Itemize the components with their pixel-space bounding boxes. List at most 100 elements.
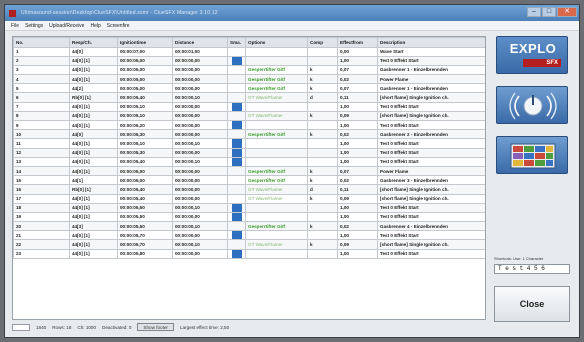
table-row[interactable]: 16 Rb[0] [1] 00:00:05,40 00:00:00,00 GT Wave… <box>13 184 485 195</box>
cell-desc: Power Flame <box>377 165 485 177</box>
cell-eff: 1,00 <box>337 119 378 131</box>
table-row[interactable]: 20 44[3] 00:00:05,50 00:00:00,10 Gesperrtift… <box>13 221 485 232</box>
table-row[interactable]: 4 44[0] [1] 00:00:05,00 00:00:00,00 Gesperrt… <box>13 74 485 85</box>
cell-ign: 00:00:05,10 <box>117 101 173 112</box>
table-row[interactable]: 22 44[0] [1] 00:00:05,70 00:00:00,10 GT Wave… <box>13 239 485 250</box>
close-button[interactable]: Close <box>494 286 570 322</box>
cell-eff: 0,02 <box>337 74 378 85</box>
close-window-button[interactable]: ✕ <box>557 7 577 17</box>
menu-settings[interactable]: Settings <box>25 23 43 29</box>
table-row[interactable]: 9 44[0] [1] 00:00:05,20 00:00:00,00 1,00 Test… <box>13 119 485 131</box>
maximize-button[interactable]: □ <box>542 7 556 17</box>
cell-no: 23 <box>13 248 70 259</box>
cell-dist: 00:00:00,00 <box>172 147 228 158</box>
column-header[interactable]: Sma. <box>227 37 246 48</box>
cell-ch: 44[2] <box>69 83 118 94</box>
visual-marker <box>231 139 242 148</box>
cue-table[interactable]: No. Resp/Ch. Ignitiontime Distance Sma. Optio… <box>12 36 486 320</box>
table-row[interactable]: 6 Rb[0] [1] 00:00:05,40 00:00:00,10 GT Wave/… <box>13 92 485 103</box>
visual-cell <box>227 221 246 232</box>
table-row[interactable]: 21 44[0] [1] 00:00:05,70 00:00:00,00 1,00 Tes… <box>13 230 485 241</box>
cell-ch: 44[0] [1] <box>69 74 118 85</box>
minimize-button[interactable]: – <box>527 7 541 17</box>
cell-ch: 44[0] [1] <box>69 55 118 66</box>
column-header[interactable]: Resp/Ch. <box>69 37 118 48</box>
table-row[interactable]: 3 44[0] [1] 00:00:05,00 00:00:00,00 Gesperrt… <box>13 64 485 76</box>
table-row[interactable]: 15 44[1] 00:00:05,00 00:00:00,00 Gesperrtift… <box>13 175 485 186</box>
table-header-row: No. Resp/Ch. Ignitiontime Distance Sma. Optio… <box>13 37 485 48</box>
cell-eff: 0,09 <box>337 239 378 250</box>
visual-cell <box>227 211 246 223</box>
status-channels: Ch: 1000 <box>77 324 97 330</box>
table-row[interactable]: 8 44[0] [1] 00:00:05,10 00:00:00,00 GT Wave/… <box>13 110 485 122</box>
cell-desc: Wave Start <box>377 46 485 57</box>
table-row[interactable]: 23 44[0] [1] 00:00:05,80 00:00:00,00 1,00 Tes… <box>13 248 485 259</box>
cell-opt: Gesperrtifter Gitf <box>245 129 308 140</box>
visual-cell <box>227 92 246 103</box>
visual-cell <box>227 165 246 177</box>
cell-desc: Test 0 Effekt Start <box>377 147 485 158</box>
cell-no: 12 <box>13 147 70 158</box>
table-row[interactable]: 17 44[0] [1] 00:00:05,40 00:00:00,00 GT Wave… <box>13 193 485 204</box>
visual-cell <box>227 64 246 76</box>
show-footer-button[interactable]: Show footer <box>137 323 174 331</box>
table-row[interactable]: 10 44[0] 00:00:05,30 00:00:00,00 Gesperrtift… <box>13 129 485 140</box>
table-row[interactable]: 5 44[2] 00:00:05,00 00:00:00,00 Gesperrtifte… <box>13 83 485 94</box>
cell-ign: 00:00:05,70 <box>117 239 173 250</box>
visual-cell <box>227 83 246 94</box>
table-row[interactable]: 13 44[0] [1] 00:00:05,40 00:00:00,10 1,00 Tes… <box>13 156 485 167</box>
cell-ign: 00:00:05,00 <box>117 64 173 76</box>
cell-ign: 00:00:05,00 <box>117 83 173 94</box>
column-header[interactable]: Ignitiontime <box>117 37 173 48</box>
column-header[interactable]: No. <box>13 37 70 48</box>
menu-file[interactable]: File <box>11 23 19 29</box>
cell-eff: 0,11 <box>337 184 378 195</box>
visual-cell <box>227 202 246 213</box>
cell-ch: 44[0] [1] <box>69 230 118 241</box>
cell-opt: Gesperrtifter Gitf <box>245 74 308 85</box>
visual-cell <box>227 74 246 85</box>
cell-eff: 1,00 <box>337 101 378 112</box>
column-header[interactable]: Options <box>245 37 308 48</box>
cell-dist: 00:00:00,00 <box>172 101 228 112</box>
cue-grid-button[interactable] <box>496 136 568 174</box>
cell-desc: [short flame] Single Ignition ch. <box>377 193 485 204</box>
table-row[interactable]: 19 44[0] [1] 00:00:05,50 00:00:00,00 1,00 Tes… <box>13 211 485 223</box>
menu-bar: File Settings Upload/Receive Help Screen… <box>5 21 579 31</box>
cell-comp: k <box>307 175 338 186</box>
menu-help[interactable]: Help <box>90 23 100 29</box>
table-row[interactable]: 14 44[0] [1] 00:00:05,00 00:00:00,00 Gesperr… <box>13 165 485 177</box>
column-header[interactable]: Distance <box>172 37 228 48</box>
cell-ign: 00:00:05,10 <box>117 110 173 122</box>
remote-signal-button[interactable] <box>496 86 568 124</box>
menu-upload[interactable]: Upload/Receive <box>49 23 84 29</box>
table-row[interactable]: 11 44[0] [1] 00:00:05,10 00:00:00,10 1,00 Tes… <box>13 138 485 149</box>
table-row[interactable]: 18 44[0] [1] 00:00:05,50 00:00:00,10 1,00 Tes… <box>13 202 485 213</box>
shortcut-input[interactable]: T e s t 4 5 6 <box>494 264 570 274</box>
cell-ch: 44[0] [1] <box>69 64 118 76</box>
column-header[interactable]: Comp <box>307 37 338 48</box>
cell-opt: GT Wave/Flamer <box>245 239 308 250</box>
menu-screenfire[interactable]: Screenfire <box>107 23 130 29</box>
status-field[interactable] <box>12 323 30 331</box>
cell-eff: 1,00 <box>337 248 378 259</box>
table-row[interactable]: 7 44[0] [1] 00:00:05,10 00:00:00,00 1,00 Test… <box>13 101 485 112</box>
visual-cell <box>227 55 246 66</box>
table-row[interactable]: 1 44[0] 00:00:07,00 00:00:01,00 0,00 Wave Sta… <box>13 46 485 57</box>
column-header[interactable]: Description <box>377 37 485 48</box>
cell-ch: 44[0] [1] <box>69 193 118 204</box>
table-row[interactable]: 2 44[0] [1] 00:00:05,00 00:00:00,00 1,00 Test… <box>13 55 485 66</box>
table-row[interactable]: 12 44[0] [1] 00:00:05,30 00:00:00,00 1,00 Tes… <box>13 147 485 158</box>
cell-ign: 00:00:05,80 <box>117 248 173 259</box>
cell-dist: 00:00:00,00 <box>172 193 228 204</box>
cell-ch: 44[0] [1] <box>69 248 118 259</box>
cell-eff: 1,00 <box>337 138 378 149</box>
column-header[interactable]: Effectfrom <box>337 37 378 48</box>
cell-eff: 0,02 <box>337 221 378 232</box>
cell-desc: Test 0 Effekt Start <box>377 156 485 167</box>
cell-desc: Test 0 Effekt Start <box>377 138 485 149</box>
cell-eff: 0,00 <box>337 46 378 57</box>
cell-comp <box>307 202 338 213</box>
cell-opt: GT Wave/Flamer <box>245 184 308 195</box>
title-bar[interactable]: Ultimasound-session\Desktop\ClueSFX\Unti… <box>5 5 579 21</box>
